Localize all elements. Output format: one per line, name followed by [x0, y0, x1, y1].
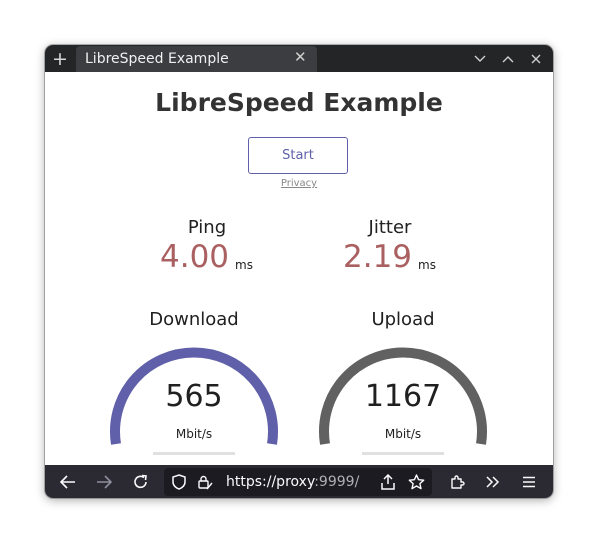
menu-icon[interactable]: [516, 465, 542, 498]
upload-progress-bar: [362, 452, 444, 455]
chevron-up-icon[interactable]: [496, 45, 520, 72]
start-button[interactable]: Start: [248, 137, 348, 174]
lock-icon[interactable]: [194, 468, 216, 496]
overflow-icon[interactable]: [480, 465, 506, 498]
browser-window: + LibreSpeed Example ✕ LibreSpeed Exampl…: [45, 45, 553, 498]
tab-title: LibreSpeed Example: [85, 51, 229, 67]
download-label: Download: [149, 309, 239, 330]
forward-icon[interactable]: [91, 465, 117, 498]
url-text[interactable]: https://proxy:9999/: [226, 474, 359, 490]
url-port[interactable]: :9999/: [314, 474, 359, 490]
back-icon[interactable]: [55, 465, 81, 498]
page-content: LibreSpeed Example Start Privacy Ping 4.…: [45, 72, 553, 465]
tab-bar: + LibreSpeed Example ✕: [45, 45, 553, 72]
ping-value: 4.00: [160, 239, 230, 275]
upload-label: Upload: [371, 309, 435, 330]
url-bar[interactable]: https://proxy:9999/: [164, 468, 432, 496]
upload-value: 1167: [364, 379, 442, 414]
star-icon[interactable]: [404, 468, 428, 496]
upload-unit: Mbit/s: [384, 427, 422, 441]
reload-icon[interactable]: [128, 465, 154, 498]
chevron-down-icon[interactable]: [468, 45, 492, 72]
download-gauge: 565 Mbit/s: [104, 331, 284, 455]
download-progress-bar: [153, 452, 235, 455]
tab-active[interactable]: LibreSpeed Example ✕: [76, 46, 317, 72]
ping-unit: ms: [235, 258, 253, 272]
close-icon[interactable]: ✕: [294, 48, 307, 66]
url-host[interactable]: https://proxy: [226, 474, 314, 490]
jitter-label: Jitter: [368, 217, 412, 238]
privacy-link[interactable]: Privacy: [45, 178, 553, 189]
page-title: LibreSpeed Example: [155, 88, 443, 117]
share-icon[interactable]: [376, 468, 400, 496]
upload-gauge: 1167 Mbit/s: [313, 331, 493, 455]
extensions-icon[interactable]: [444, 465, 470, 498]
jitter-value: 2.19: [343, 239, 413, 275]
plus-icon[interactable]: +: [45, 45, 75, 72]
privacy-link-label[interactable]: Privacy: [281, 178, 317, 189]
ping-label: Ping: [187, 217, 227, 238]
download-value: 565: [165, 379, 223, 414]
jitter-unit: ms: [418, 258, 436, 272]
shield-icon[interactable]: [168, 468, 190, 496]
browser-toolbar: https://proxy:9999/: [45, 465, 553, 498]
download-unit: Mbit/s: [175, 427, 213, 441]
close-icon[interactable]: [524, 45, 548, 72]
